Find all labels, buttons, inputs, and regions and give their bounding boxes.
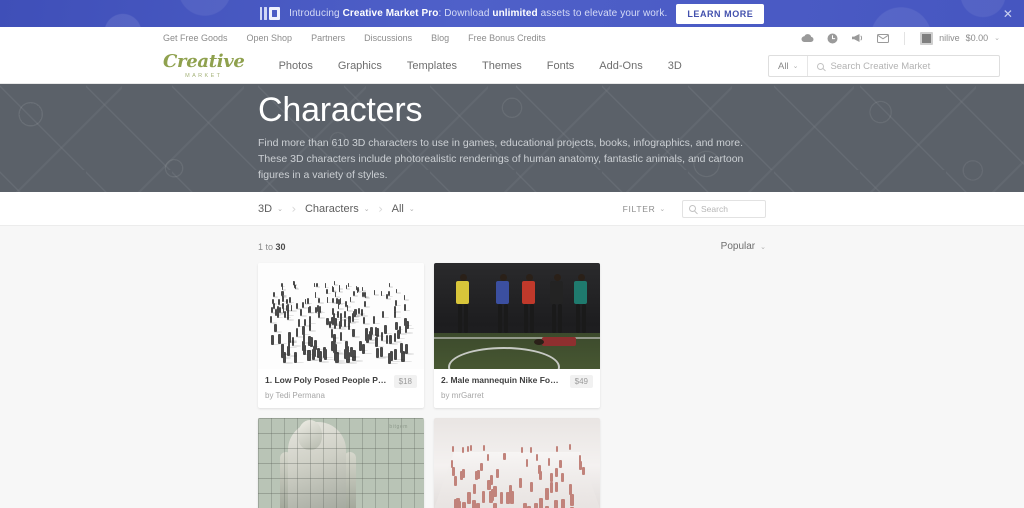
megaphone-icon[interactable] [851, 33, 864, 43]
breadcrumb-separator: › [378, 201, 384, 216]
product-price: $49 [569, 375, 593, 388]
account-balance: $0.00 [965, 33, 989, 43]
breadcrumb-label: Characters [304, 202, 359, 215]
sort-dropdown[interactable]: Popular ⌄ [721, 241, 766, 252]
utility-link-blog[interactable]: Blog [431, 33, 449, 43]
search-placeholder: Search Creative Market [830, 60, 931, 72]
product-card[interactable]: 2. Male mannequin Nike Football pac... $… [434, 263, 600, 408]
close-icon[interactable]: ✕ [1003, 8, 1013, 20]
nav-item-graphics[interactable]: Graphics [338, 60, 382, 72]
nav-links: Photos Graphics Templates Themes Fonts A… [279, 60, 682, 72]
utility-link-free-bonus-credits[interactable]: Free Bonus Credits [468, 33, 546, 43]
filter-bar: 3D ⌄ › Characters ⌄ › All ⌄ FILTER ⌄ Sea… [0, 192, 1024, 226]
promo-banner: Introducing Creative Market Pro: Downloa… [0, 0, 1024, 27]
results-count: 1 to 30 [258, 241, 286, 252]
chevron-down-icon: ⌄ [408, 204, 415, 213]
divider [904, 31, 906, 45]
breadcrumb-item-3d[interactable]: 3D ⌄ [258, 203, 283, 215]
product-thumbnail[interactable] [258, 263, 424, 369]
avatar [920, 31, 934, 45]
product-author[interactable]: by mrGarret [441, 391, 593, 400]
product-title: 2. Male mannequin Nike Football pac... [441, 375, 564, 385]
chevron-down-icon: ⌄ [994, 34, 1000, 42]
logo-subtext: MARKET [185, 73, 223, 79]
nav-item-fonts[interactable]: Fonts [547, 60, 575, 72]
creative-market-logo[interactable]: Creative MARKET [163, 51, 245, 80]
promo-message: Introducing Creative Market Pro: Downloa… [289, 8, 668, 19]
cloud-icon[interactable] [801, 33, 814, 43]
utility-links: Get Free Goods Open Shop Partners Discus… [163, 33, 546, 43]
breadcrumb-label: 3D [258, 202, 273, 215]
breadcrumb-item-characters[interactable]: Characters ⌄ [305, 203, 370, 215]
nav-item-themes[interactable]: Themes [482, 60, 522, 72]
creative-market-pro-logo-icon [259, 7, 281, 20]
page-title: Characters [258, 90, 423, 129]
search-field[interactable]: Search Creative Market [808, 61, 999, 72]
account-username: nilive [939, 33, 960, 43]
breadcrumb: 3D ⌄ › Characters ⌄ › All ⌄ [258, 202, 415, 216]
search-icon [689, 205, 696, 212]
envelope-icon[interactable] [877, 33, 890, 43]
learn-more-button[interactable]: LEARN MORE [676, 3, 765, 24]
product-card[interactable]: bitgem 3. Female Low Poly Base Mesh $9 b… [258, 418, 424, 508]
account-menu[interactable]: nilive $0.00 ⌄ [920, 31, 1000, 45]
filter-label: FILTER [622, 203, 656, 214]
hero-banner: Characters Find more than 610 3D charact… [0, 84, 1024, 192]
breadcrumb-item-all[interactable]: All ⌄ [392, 203, 415, 215]
product-thumbnail[interactable] [434, 418, 600, 508]
utility-link-open-shop[interactable]: Open Shop [247, 33, 293, 43]
logo-wordmark: Creative [163, 51, 245, 72]
product-card[interactable] [434, 418, 600, 508]
chevron-down-icon: ⌄ [659, 204, 666, 213]
sort-label: Popular [720, 241, 756, 252]
utility-link-discussions[interactable]: Discussions [364, 33, 412, 43]
filter-dropdown[interactable]: FILTER ⌄ [623, 204, 666, 214]
search-scope-label: All [778, 60, 789, 72]
product-title: 1. Low Poly Posed People Pack [265, 375, 388, 385]
breadcrumb-label: All [391, 202, 404, 215]
results-search-placeholder: Search [701, 203, 728, 214]
breadcrumb-separator: › [291, 201, 297, 216]
nav-item-photos[interactable]: Photos [279, 60, 313, 72]
chevron-down-icon: ⌄ [792, 62, 799, 70]
search-icon [817, 62, 825, 70]
utility-link-get-free-goods[interactable]: Get Free Goods [163, 33, 228, 43]
nav-item-templates[interactable]: Templates [407, 60, 457, 72]
product-thumbnail[interactable]: bitgem [258, 418, 424, 508]
main-navigation: Creative MARKET Photos Graphics Template… [0, 49, 1024, 84]
page-description: Find more than 610 3D characters to use … [258, 136, 744, 182]
nav-item-add-ons[interactable]: Add-Ons [599, 60, 642, 72]
product-card[interactable]: 1. Low Poly Posed People Pack $18 by Ted… [258, 263, 424, 408]
product-grid: 1. Low Poly Posed People Pack $18 by Ted… [258, 263, 766, 508]
utility-link-partners[interactable]: Partners [311, 33, 345, 43]
results-area: 1 to 30 Popular ⌄ 1. Low Poly Posed Peop… [0, 226, 1024, 508]
global-search: All ⌄ Search Creative Market [768, 55, 1000, 77]
product-price: $18 [393, 375, 417, 388]
chevron-down-icon: ⌄ [760, 242, 766, 251]
results-toolbar: 1 to 30 Popular ⌄ [258, 226, 766, 263]
search-scope-dropdown[interactable]: All ⌄ [769, 56, 809, 76]
product-thumbnail[interactable] [434, 263, 600, 369]
nav-item-3d[interactable]: 3D [668, 60, 682, 72]
utility-bar: Get Free Goods Open Shop Partners Discus… [0, 27, 1024, 49]
product-author[interactable]: by Tedi Permana [265, 391, 417, 400]
clock-icon[interactable] [827, 33, 838, 44]
results-search-input[interactable]: Search [682, 199, 766, 218]
thumbnail-watermark: bitgem [389, 424, 408, 430]
